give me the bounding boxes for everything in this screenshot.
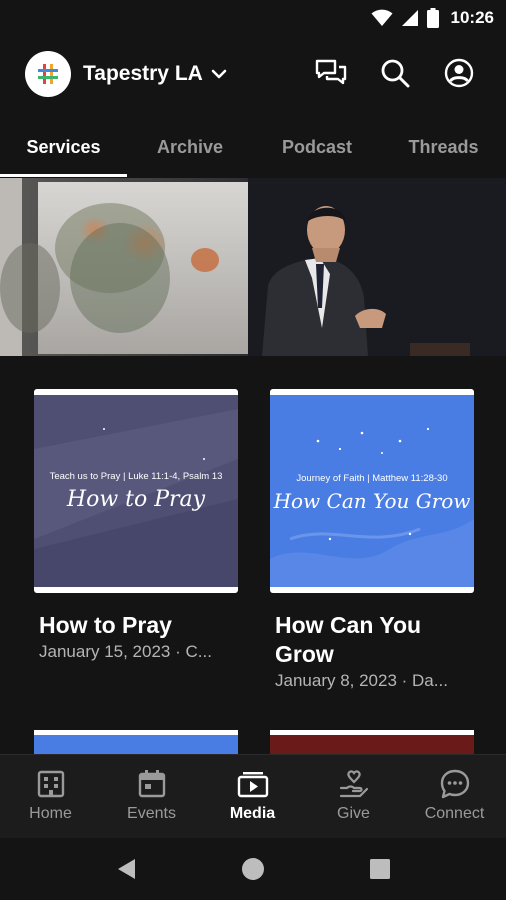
media-tabs: Services Archive Podcast Threads [0, 116, 506, 178]
sermon-thumbnail[interactable]: Teach us to Pray | Luke 11:1-4, Psalm 13… [34, 389, 238, 593]
search-button[interactable] [378, 56, 412, 90]
nav-label: Home [29, 805, 72, 822]
nav-label: Events [127, 805, 176, 822]
home-circle-icon [242, 858, 264, 880]
status-bar: 10:26 [0, 0, 506, 36]
active-tab-indicator [0, 174, 127, 177]
wifi-icon [371, 9, 393, 26]
signal-icon [401, 10, 418, 26]
thumbnail-partial [270, 735, 474, 754]
thumbnail-subtitle: Journey of Faith | Matthew 11:28-30 [296, 473, 448, 484]
nav-label: Give [337, 805, 370, 822]
sermon-title: How to Pray [39, 612, 172, 638]
nav-connect[interactable]: Connect [404, 755, 505, 839]
nav-media[interactable]: Media [202, 755, 303, 839]
sermon-date: January 8, 2023 · Da... [275, 671, 448, 690]
profile-button[interactable] [442, 56, 476, 90]
calendar-icon [134, 767, 170, 801]
recents-button[interactable] [365, 854, 395, 884]
hero-photo [0, 178, 506, 356]
sermon-title: How Can You Grow [275, 612, 422, 667]
header-actions [314, 56, 476, 90]
nav-label: Media [229, 805, 276, 822]
app-header: Tapestry LA [0, 36, 506, 116]
back-button[interactable] [112, 854, 142, 884]
nav-give[interactable]: Give [303, 755, 404, 839]
bottom-navigation: Home Events Media Give Connect [0, 754, 506, 838]
building-icon [33, 767, 69, 801]
tab-archive[interactable]: Archive [127, 116, 253, 178]
home-button[interactable] [238, 854, 268, 884]
sermon-card-partial[interactable] [34, 730, 238, 754]
profile-icon [444, 58, 474, 88]
org-name: Tapestry LA [83, 62, 203, 85]
org-switcher[interactable]: Tapestry LA [25, 51, 227, 97]
thumbnail-subtitle: Teach us to Pray | Luke 11:1-4, Psalm 13 [49, 471, 223, 482]
org-logo [25, 51, 71, 97]
sermon-card[interactable]: Teach us to Pray | Luke 11:1-4, Psalm 13… [34, 389, 244, 689]
messages-icon [315, 59, 347, 85]
system-navigation-bar [0, 838, 506, 900]
status-time: 10:26 [450, 8, 494, 27]
tab-podcast[interactable]: Podcast [253, 116, 381, 178]
tapestry-logo-icon [38, 64, 58, 84]
media-icon [235, 767, 271, 801]
sermon-card[interactable]: Journey of Faith | Matthew 11:28-30 How … [270, 389, 480, 709]
sermon-card-partial[interactable] [270, 730, 474, 754]
back-triangle-icon [118, 859, 135, 879]
chevron-down-icon [211, 69, 227, 79]
give-heart-icon [336, 767, 372, 801]
tab-services[interactable]: Services [0, 116, 127, 178]
messages-button[interactable] [314, 56, 348, 90]
thumbnail-title: How Can You Grow [273, 489, 471, 513]
chat-bubble-icon [437, 767, 473, 801]
nav-label: Connect [424, 805, 485, 822]
search-icon [381, 59, 410, 88]
sermon-date: January 15, 2023 · C... [39, 642, 212, 661]
hero-banner-image[interactable] [0, 178, 506, 356]
nav-home[interactable]: Home [0, 755, 101, 839]
sermon-thumbnail[interactable]: Journey of Faith | Matthew 11:28-30 How … [270, 389, 474, 593]
status-icons: 10:26 [371, 6, 494, 30]
nav-events[interactable]: Events [101, 755, 202, 839]
battery-icon [426, 8, 439, 28]
tab-threads[interactable]: Threads [381, 116, 506, 178]
thumbnail-partial [34, 735, 238, 754]
recents-square-icon [370, 859, 390, 879]
thumbnail-title: How to Pray [66, 487, 206, 512]
